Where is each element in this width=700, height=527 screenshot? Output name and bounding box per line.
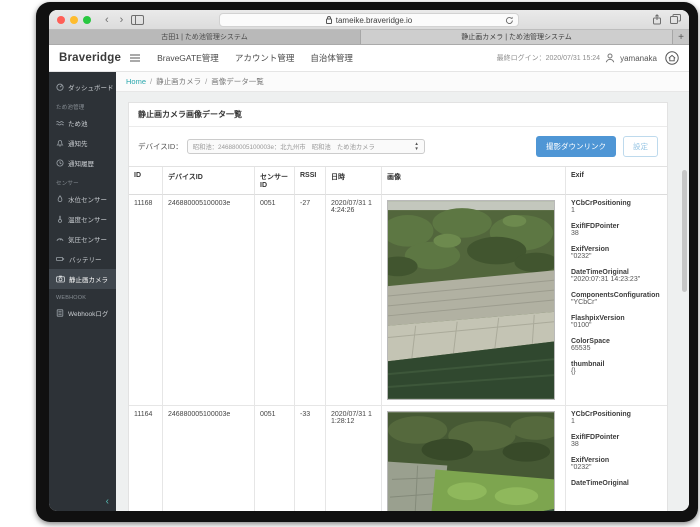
browser-titlebar: ‹ › tameike.braveridge.io <box>49 10 689 30</box>
cell-id: 11168 <box>129 195 163 406</box>
reload-icon[interactable] <box>505 16 514 25</box>
cell-sensor-id: 0051 <box>255 406 295 511</box>
tab-bar: 古田1 | ため池管理システム 静止画カメラ | ため池管理システム + <box>49 30 689 45</box>
username[interactable]: yamanaka <box>620 54 657 63</box>
page-title: 静止画カメラ画像データ一覧 <box>129 103 667 127</box>
sidebar-item-still-camera[interactable]: 静止画カメラ <box>49 269 116 289</box>
zoom-window-button[interactable] <box>83 15 91 24</box>
tab-overview-icon[interactable] <box>670 14 681 25</box>
breadcrumb-page: 画像データ一覧 <box>211 77 264 86</box>
window-frame: ‹ › tameike.braveridge.io 古田1 | ため池管理システ <box>36 2 698 522</box>
col-header-image: 画像 <box>382 167 566 195</box>
breadcrumb-section: 静止画カメラ <box>156 77 202 86</box>
nav-bravegate[interactable]: BraveGATE管理 <box>157 52 219 64</box>
forward-button[interactable]: › <box>117 14 127 25</box>
camera-icon <box>56 275 65 283</box>
gauge-icon <box>56 238 64 242</box>
battery-icon <box>56 257 65 262</box>
url-field[interactable]: tameike.braveridge.io <box>219 13 519 27</box>
app-nav: BraveGATE管理 アカウント管理 自治体管理 <box>157 52 353 64</box>
main-area: Home / 静止画カメラ / 画像データ一覧 静止画カメラ画像データ一覧 デバ… <box>116 72 689 511</box>
minimize-window-button[interactable] <box>70 15 78 24</box>
device-select[interactable]: 昭和池：246880005100003e：北九州市 昭和池 ため池カメラ ▲ ▼ <box>186 139 425 154</box>
last-login-text: 最終ログイン：2020/07/31 15:24 <box>496 55 601 62</box>
image-data-table: ID デバイスID センサーID RSSI 日時 画像 Exif 11168 2… <box>129 166 667 511</box>
sidebar-section-sensor: センサー <box>56 181 79 187</box>
app-header: Braveridge BraveGATE管理 アカウント管理 自治体管理 最終ロ… <box>49 45 689 72</box>
reservoir-photo-2 <box>387 411 555 511</box>
page-scrollbar-thumb[interactable] <box>682 170 687 292</box>
col-header-rssi: RSSI <box>295 167 326 195</box>
nav-account[interactable]: アカウント管理 <box>235 52 295 64</box>
braveridge-logo: Braveridge <box>59 52 122 64</box>
cell-datetime: 2020/07/31 14:24:26 <box>326 195 382 406</box>
camera-data-card: 静止画カメラ画像データ一覧 デバイスID： 昭和池：24688000510000… <box>128 102 668 511</box>
device-select-value: 昭和池：246880005100003e：北九州市 昭和池 ため池カメラ <box>192 144 375 151</box>
sidebar-section-webhook: WEBHOOK <box>56 295 87 301</box>
sidebar-item-notify-history[interactable]: 通知履歴 <box>49 153 116 173</box>
col-header-sensor: センサーID <box>255 167 295 195</box>
breadcrumb: Home / 静止画カメラ / 画像データ一覧 <box>116 72 689 92</box>
cell-sensor-id: 0051 <box>255 195 295 406</box>
new-tab-button[interactable]: + <box>673 30 689 44</box>
filter-row: デバイスID： 昭和池：246880005100003e：北九州市 昭和池 ため… <box>129 127 667 166</box>
tab-still-camera[interactable]: 静止画カメラ | ため池管理システム <box>361 30 673 44</box>
pond-icon <box>56 121 64 126</box>
nav-municipality[interactable]: 自治体管理 <box>310 52 353 64</box>
capture-downlink-button[interactable]: 撮影ダウンリンク <box>536 136 616 157</box>
select-stepper-icon: ▲ ▼ <box>414 141 419 151</box>
cell-image <box>382 195 566 406</box>
cell-exif: YCbCrPositioning 1 ExifIFDPointer 38 ExifV… <box>566 195 667 406</box>
col-header-device: デバイスID <box>163 167 255 195</box>
sidebar-item-temperature[interactable]: 温度センサー <box>49 209 116 229</box>
cell-device-id: 246880005100003e <box>163 406 255 511</box>
lock-icon <box>325 16 332 24</box>
cell-id: 11164 <box>129 406 163 511</box>
breadcrumb-home-link[interactable]: Home <box>126 77 146 86</box>
cell-rssi: -33 <box>295 406 326 511</box>
url-text: tameike.braveridge.io <box>335 15 413 25</box>
cell-datetime: 2020/07/31 11:28:12 <box>326 406 382 511</box>
screenshot: ‹ › tameike.braveridge.io 古田1 | ため池管理システ <box>0 0 700 527</box>
device-id-label: デバイスID： <box>138 142 183 151</box>
water-drop-icon <box>57 195 63 203</box>
sidebar-item-water-level[interactable]: 水位センサー <box>49 189 116 209</box>
page-content: 静止画カメラ画像データ一覧 デバイスID： 昭和池：24688000510000… <box>116 92 689 511</box>
sidebar-toggle-icon[interactable] <box>131 14 145 25</box>
browser-window: ‹ › tameike.braveridge.io 古田1 | ため池管理システ <box>49 10 689 511</box>
reservoir-photo-1 <box>387 200 555 400</box>
sidebar-item-tameike[interactable]: ため池 <box>49 113 116 133</box>
cell-exif: YCbCrPositioning 1 ExifIFDPointer 38 ExifV… <box>566 406 667 511</box>
hamburger-menu-icon[interactable] <box>130 54 141 62</box>
sidebar-item-battery[interactable]: バッテリー <box>49 249 116 269</box>
dashboard-icon <box>56 83 64 91</box>
tab-kota1[interactable]: 古田1 | ため池管理システム <box>49 30 361 44</box>
cell-device-id: 246880005100003e <box>163 195 255 406</box>
sidebar-section-tameike: ため池管理 <box>56 105 85 111</box>
col-header-exif: Exif <box>566 167 667 195</box>
traffic-lights <box>57 15 91 24</box>
cell-image <box>382 406 566 511</box>
log-icon <box>56 309 64 317</box>
user-icon <box>605 53 615 63</box>
home-icon[interactable] <box>665 51 679 65</box>
sidebar-item-notify-dest[interactable]: 通知先 <box>49 133 116 153</box>
back-button[interactable]: ‹ <box>102 14 112 25</box>
col-header-datetime: 日時 <box>326 167 382 195</box>
col-header-id: ID <box>129 167 163 195</box>
bell-icon <box>56 140 64 147</box>
thermometer-icon <box>58 215 62 223</box>
history-icon <box>56 159 64 167</box>
cell-rssi: -27 <box>295 195 326 406</box>
sidebar-collapse-chevron[interactable]: ‹ <box>106 497 109 507</box>
sidebar: ダッシュボード ため池管理 ため池 通知先 通知履歴 センサー 水位センサー 温… <box>49 72 116 511</box>
sidebar-item-webhook-log[interactable]: Webhookログ <box>49 303 116 323</box>
sidebar-item-dashboard[interactable]: ダッシュボード <box>49 77 116 97</box>
sidebar-item-pressure[interactable]: 気圧センサー <box>49 229 116 249</box>
settings-button[interactable]: 設定 <box>623 136 658 157</box>
close-window-button[interactable] <box>57 15 65 24</box>
share-icon[interactable] <box>652 14 662 25</box>
